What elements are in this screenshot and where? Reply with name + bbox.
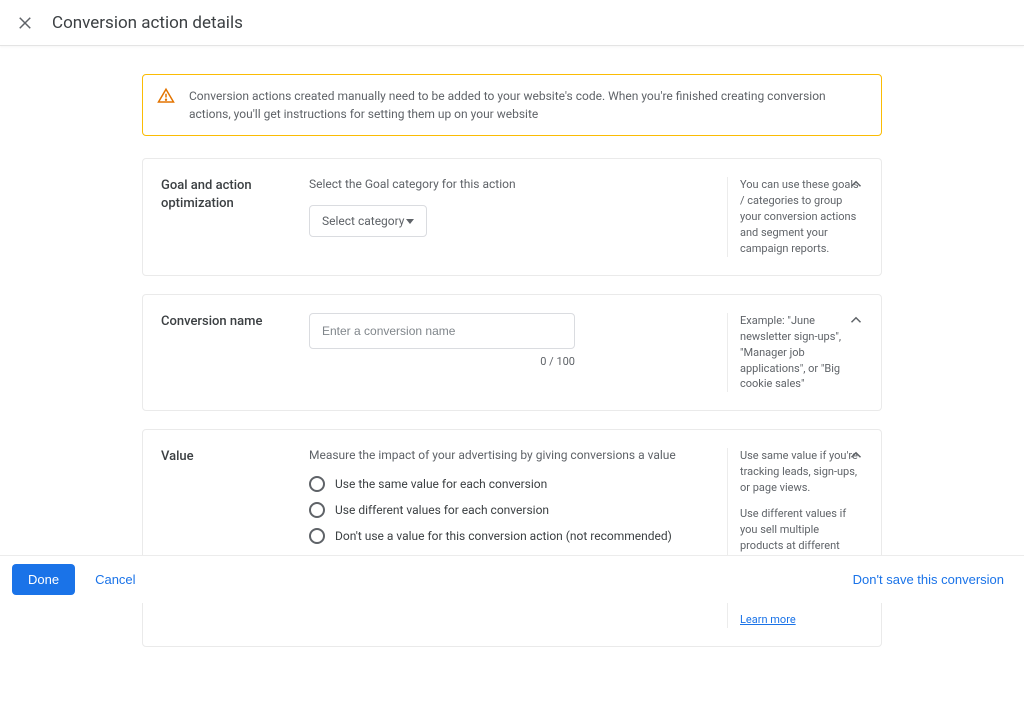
warning-icon [157, 87, 175, 105]
page-title: Conversion action details [52, 13, 243, 33]
goal-label: Select the Goal category for this action [309, 177, 715, 191]
value-option-same[interactable]: Use the same value for each conversion [309, 476, 715, 492]
chevron-down-icon [406, 219, 414, 224]
name-card: Conversion name 0 / 100 Example: "June n… [142, 294, 882, 412]
close-icon[interactable] [16, 14, 34, 32]
name-counter: 0 / 100 [309, 355, 575, 368]
collapse-icon[interactable] [847, 175, 865, 193]
name-title: Conversion name [161, 313, 309, 393]
radio-icon [309, 502, 325, 518]
footer-bar: Done Cancel Don't save this conversion [0, 555, 1024, 603]
collapse-icon[interactable] [847, 446, 865, 464]
goal-title: Goal and action optimization [161, 177, 309, 257]
warning-banner: Conversion actions created manually need… [142, 74, 882, 136]
warning-text: Conversion actions created manually need… [189, 87, 867, 123]
value-option-label: Don't use a value for this conversion ac… [335, 529, 672, 543]
value-help-1: Use same value if you're tracking leads,… [740, 448, 863, 496]
dont-save-button[interactable]: Don't save this conversion [845, 564, 1012, 595]
done-button[interactable]: Done [12, 564, 75, 595]
value-option-label: Use different values for each conversion [335, 503, 549, 517]
radio-icon [309, 476, 325, 492]
value-card: Value Measure the impact of your adverti… [142, 429, 882, 646]
cancel-button[interactable]: Cancel [87, 564, 143, 595]
collapse-icon[interactable] [847, 311, 865, 329]
conversion-name-input[interactable] [309, 313, 575, 349]
value-option-different[interactable]: Use different values for each conversion [309, 502, 715, 518]
goal-category-select-text: Select category [322, 214, 404, 228]
goal-card: Goal and action optimization Select the … [142, 158, 882, 276]
page-header: Conversion action details [0, 0, 1024, 46]
name-help: Example: "June newsletter sign-ups", "Ma… [727, 313, 863, 393]
value-option-none[interactable]: Don't use a value for this conversion ac… [309, 528, 715, 544]
goal-help: You can use these goals / categories to … [727, 177, 863, 257]
radio-icon [309, 528, 325, 544]
value-label: Measure the impact of your advertising b… [309, 448, 715, 462]
goal-category-select[interactable]: Select category [309, 205, 427, 237]
learn-more-link[interactable]: Learn more [740, 613, 796, 626]
value-option-label: Use the same value for each conversion [335, 477, 547, 491]
